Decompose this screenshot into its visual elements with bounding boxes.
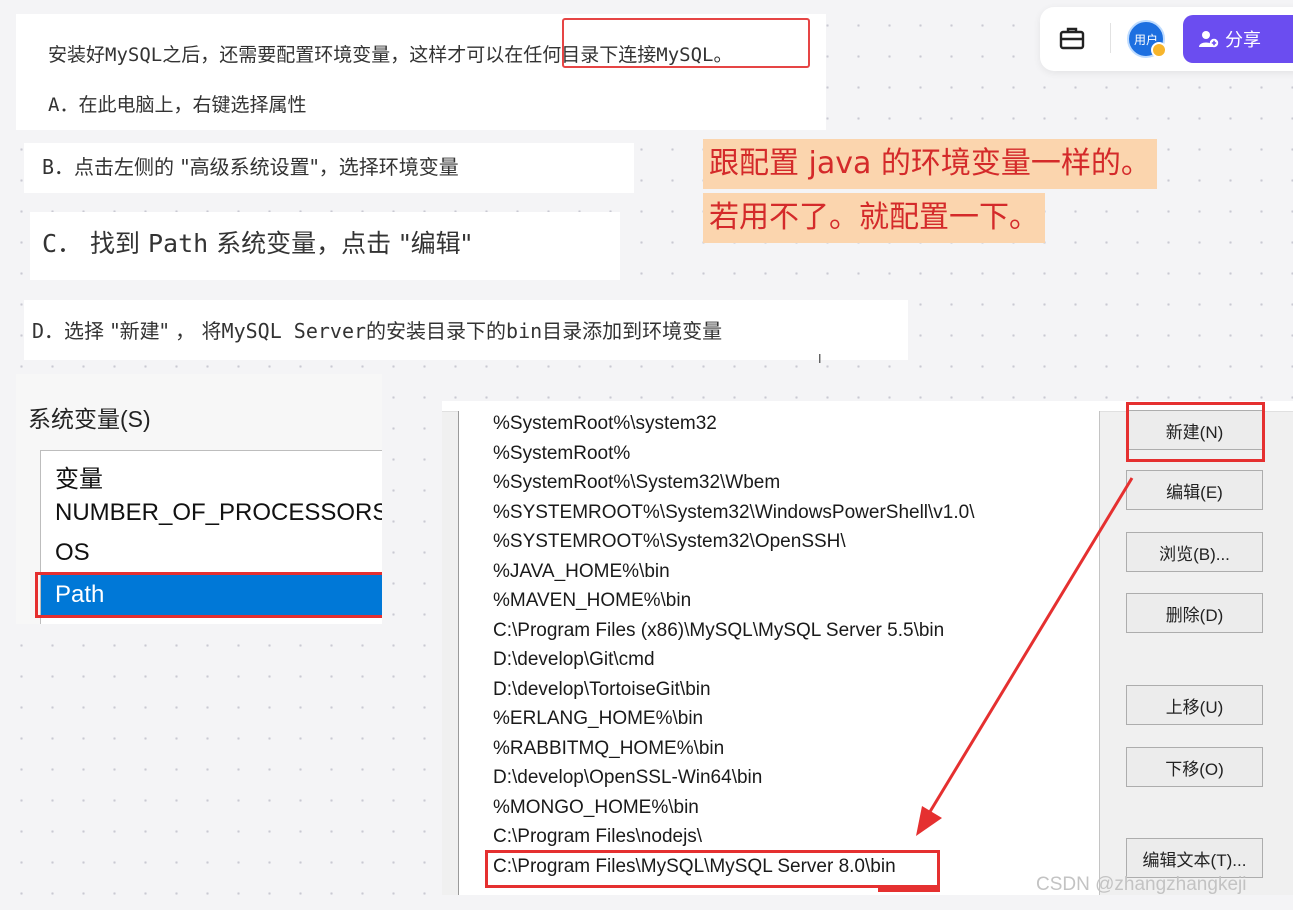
new-entry-highlight-box xyxy=(485,850,940,888)
new-button-highlight-box xyxy=(1126,402,1265,462)
list-item[interactable]: NUMBER_OF_PROCESSORS xyxy=(55,499,382,527)
move-up-button[interactable]: 上移(U) xyxy=(1126,685,1263,725)
avatar[interactable]: 用户 xyxy=(1127,20,1167,58)
step-c-label: 找到 xyxy=(90,229,141,258)
note-line-1: 跟配置 java 的环境变量一样的。 xyxy=(703,139,1157,189)
share-button[interactable]: 分享 xyxy=(1183,15,1293,63)
path-entry[interactable]: %SYSTEMROOT%\System32\OpenSSH\ xyxy=(493,528,846,556)
path-selection-highlight-box xyxy=(35,572,382,618)
step-c-path-term: Path xyxy=(147,229,209,258)
step-c-label: 系统变量，点击 "编辑" xyxy=(216,229,473,258)
path-entry[interactable]: %MAVEN_HOME%\bin xyxy=(493,587,691,615)
intro-highlight-box xyxy=(562,18,810,68)
edit-button[interactable]: 编辑(E) xyxy=(1126,470,1263,510)
step-c-text: C． 找到 Path 系统变量，点击 "编辑" xyxy=(42,224,472,260)
step-a-letter: A． xyxy=(48,94,79,116)
path-entry[interactable]: %SystemRoot% xyxy=(493,440,630,468)
instruction-step-d-card: D．选择 "新建" ， 将MySQL Server的安装目录下的bin目录添加到… xyxy=(24,300,908,360)
step-d-mysql-term: MySQL Server xyxy=(221,319,367,343)
step-d-label: 目录添加到环境变量 xyxy=(542,319,723,343)
step-d-letter: D． xyxy=(32,319,65,343)
instruction-step-c-card: C． 找到 Path 系统变量，点击 "编辑" xyxy=(30,212,620,280)
step-d-bin-term: bin xyxy=(506,319,543,343)
intro-text-part: 安装好 xyxy=(48,44,106,66)
path-entry[interactable]: %MONGO_HOME%\bin xyxy=(493,794,699,822)
step-a-text: A．在此电脑上，右键选择属性 xyxy=(48,90,306,117)
browse-button[interactable]: 浏览(B)... xyxy=(1126,532,1263,572)
step-a-label: 在此电脑上，右键选择属性 xyxy=(78,94,307,116)
list-item[interactable]: OS xyxy=(55,539,90,567)
toolbar-divider xyxy=(1110,23,1111,53)
step-c-letter: C． xyxy=(42,229,83,258)
delete-button[interactable]: 删除(D) xyxy=(1126,593,1263,633)
instruction-intro-card: 安装好MySQL之后，还需要配置环境变量，这样才可以在任何目录下连接MySQL。… xyxy=(16,14,826,130)
step-b-text: B．点击左侧的 "高级系统设置"，选择环境变量 xyxy=(42,151,459,180)
path-entry[interactable]: %SystemRoot%\System32\Wbem xyxy=(493,469,780,497)
highlight-note: 跟配置 java 的环境变量一样的。 若用不了。就配置一下。 xyxy=(703,139,1157,243)
path-entry[interactable]: %RABBITMQ_HOME%\bin xyxy=(493,735,724,763)
path-entry[interactable]: C:\Program Files (x86)\MySQL\MySQL Serve… xyxy=(493,617,944,645)
path-entry[interactable]: D:\develop\Git\cmd xyxy=(493,646,655,674)
path-entry[interactable]: C:\Program Files\nodejs\ xyxy=(493,823,702,851)
step-b-label: 点击左侧的 "高级系统设置"，选择环境变量 xyxy=(74,155,459,179)
column-header-variable[interactable]: 变量 xyxy=(55,459,103,494)
share-label: 分享 xyxy=(1225,30,1261,51)
intro-text-part: 之后，还需要配置环境变量，这样才可以 xyxy=(162,44,505,66)
system-variables-title: 系统变量(S) xyxy=(28,406,151,432)
new-entry-highlight-underline xyxy=(878,888,940,892)
step-d-label: 选择 "新建" ， 将 xyxy=(64,319,222,343)
step-b-letter: B． xyxy=(42,155,75,179)
path-entry[interactable]: D:\develop\OpenSSL-Win64\bin xyxy=(493,764,762,792)
path-entry[interactable]: %SystemRoot%\system32 xyxy=(493,410,717,438)
path-entry[interactable]: %SYSTEMROOT%\System32\WindowsPowerShell\… xyxy=(493,499,975,527)
text-cursor-icon: I xyxy=(818,352,822,366)
path-entry[interactable]: %JAVA_HOME%\bin xyxy=(493,558,670,586)
briefcase-icon-glyph xyxy=(1059,27,1085,50)
briefcase-icon[interactable] xyxy=(1054,20,1090,56)
note-line-2: 若用不了。就配置一下。 xyxy=(703,193,1045,243)
top-toolbar: 用户 分享 xyxy=(1040,7,1293,71)
move-down-button[interactable]: 下移(O) xyxy=(1126,747,1263,787)
watermark-text: CSDN @zhangzhangkeji xyxy=(1036,874,1247,895)
add-user-icon xyxy=(1199,31,1219,48)
path-entry[interactable]: %ERLANG_HOME%\bin xyxy=(493,705,703,733)
instruction-step-b-card: B．点击左侧的 "高级系统设置"，选择环境变量 xyxy=(24,143,634,193)
step-d-label: 的安装目录下的 xyxy=(366,319,507,343)
step-d-text: D．选择 "新建" ， 将MySQL Server的安装目录下的bin目录添加到… xyxy=(32,315,722,344)
edit-text-button[interactable]: 编辑文本(T)... xyxy=(1126,838,1263,878)
avatar-badge-icon xyxy=(1151,42,1167,58)
path-entry[interactable]: D:\develop\TortoiseGit\bin xyxy=(493,676,711,704)
intro-mysql-term: MySQL xyxy=(105,44,163,66)
